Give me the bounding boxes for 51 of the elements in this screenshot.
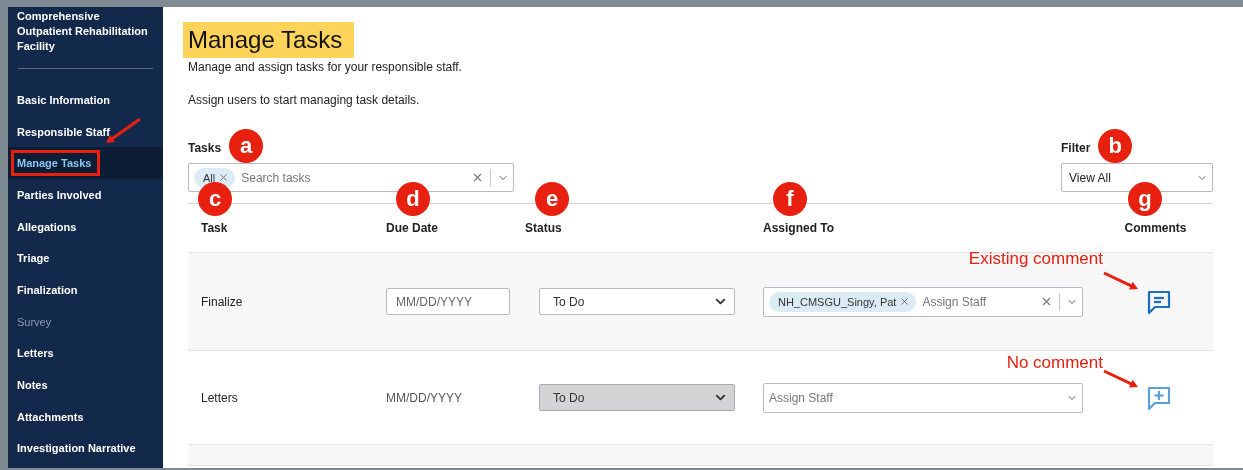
page-description: Manage and assign tasks for your responsible staff. (188, 60, 463, 74)
annotation-text: No comment (1006, 353, 1103, 373)
annotation-arrow (1103, 271, 1138, 290)
nav-item[interactable]: Finalization (8, 274, 163, 306)
filter-chip[interactable]: All (194, 167, 236, 188)
clear-icon[interactable] (471, 171, 484, 184)
comment-icon (1145, 288, 1172, 315)
nav-item[interactable]: Allegations (8, 210, 163, 243)
status-select[interactable]: To Do (539, 288, 735, 315)
nav-item[interactable]: Investigation Narrative (8, 432, 163, 465)
staff-chip[interactable]: NH_CMSGU_Singy, Pat (769, 291, 917, 312)
column-header: Comments (1124, 221, 1187, 235)
remove-icon[interactable] (899, 296, 911, 307)
nav-item[interactable]: Letters (8, 337, 163, 370)
assign-staff-field[interactable]: NH_CMSGU_Singy, Pat Assign Staff (763, 286, 1083, 317)
due-date-text: MM/DD/YYYY (386, 390, 462, 405)
comment-button[interactable] (1145, 384, 1172, 411)
callout-marker: b (1098, 129, 1133, 163)
task-name: Finalize (201, 294, 243, 309)
assign-staff-field[interactable]: Assign Staff (763, 382, 1083, 413)
column-header: Assigned To (763, 221, 835, 235)
add-comment-icon (1145, 384, 1172, 411)
callout-marker: d (396, 182, 430, 216)
nav-item[interactable]: Attachments (8, 400, 163, 433)
column-header: Task (201, 221, 228, 235)
nav-label: Manage Tasks (17, 157, 92, 170)
field-label: Filter (1061, 141, 1091, 155)
filter-select[interactable]: View All (1061, 163, 1213, 192)
callout-marker: g (1128, 182, 1162, 216)
remove-icon[interactable] (218, 172, 230, 183)
annotation-text: Existing comment (968, 249, 1103, 269)
callout-marker: f (773, 182, 807, 216)
comment-button[interactable] (1145, 288, 1172, 315)
field-label: Tasks (188, 141, 222, 155)
column-header: Due Date (386, 221, 438, 235)
callout-marker: c (198, 182, 232, 216)
nav-item[interactable]: Basic Information (8, 84, 163, 116)
nav-item[interactable]: Notes (8, 369, 163, 401)
nav-item[interactable]: Triage (8, 242, 163, 275)
nav-item[interactable]: Parties Involved (8, 179, 163, 211)
nav-item[interactable]: Responsible Staff (8, 115, 163, 148)
due-date-field[interactable]: MM/DD/YYYY (386, 288, 510, 315)
facility-name: Comprehensive Outpatient Rehabilitation Facility (16, 9, 149, 54)
column-header: Status (525, 221, 562, 235)
task-name: Letters (201, 390, 238, 405)
callout-marker: e (535, 182, 569, 216)
annotation-arrow (1103, 369, 1138, 388)
clear-icon[interactable] (1040, 295, 1053, 308)
callout-marker: a (229, 129, 264, 163)
page-hint: Assign users to start managing task details. (188, 93, 421, 107)
page-title: Manage Tasks (183, 22, 355, 58)
